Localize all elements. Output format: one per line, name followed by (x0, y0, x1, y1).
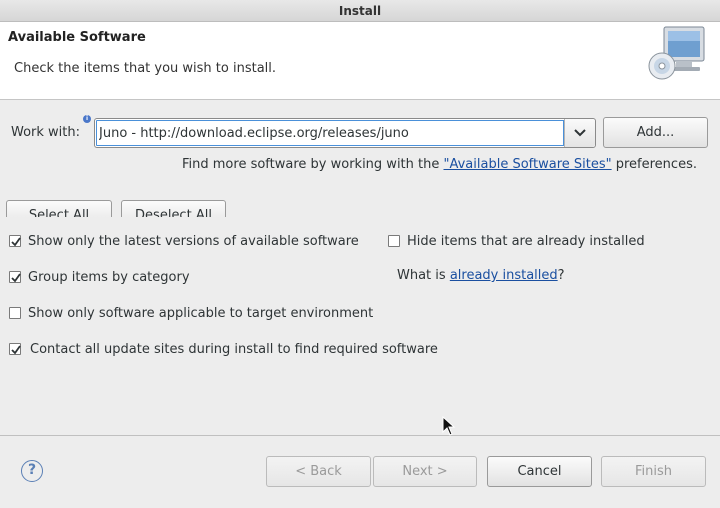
help-icon[interactable]: ? (21, 460, 43, 482)
next-button[interactable]: Next > (373, 456, 477, 487)
target-env-label: Show only software applicable to target … (28, 306, 374, 321)
group-by-category-checkbox[interactable] (9, 271, 21, 283)
content-area (0, 101, 720, 435)
chevron-down-icon[interactable] (565, 119, 595, 147)
contact-sites-label: Contact all update sites during install … (30, 342, 438, 357)
work-with-input[interactable] (95, 119, 565, 147)
deselect-all-button[interactable]: Deselect All (121, 200, 226, 217)
back-button[interactable]: < Back (266, 456, 371, 487)
hide-installed-label: Hide items that are already installed (407, 234, 645, 249)
add-button[interactable]: Add... (603, 117, 708, 148)
already-installed-hint: What is already installed? (397, 268, 565, 283)
hide-installed-checkbox[interactable] (388, 235, 400, 247)
contact-sites-checkbox[interactable] (9, 343, 21, 355)
finish-button[interactable]: Finish (601, 456, 706, 487)
latest-versions-checkbox[interactable] (9, 235, 21, 247)
latest-versions-label: Show only the latest versions of availab… (28, 234, 359, 249)
wizard-header: Available Software Check the items that … (0, 22, 720, 100)
sites-hint-prefix: Find more software by working with the (182, 157, 444, 172)
target-env-checkbox[interactable] (9, 307, 21, 319)
cancel-button[interactable]: Cancel (487, 456, 592, 487)
already-installed-prefix: What is (397, 268, 450, 283)
sites-hint-suffix: preferences. (611, 157, 697, 172)
select-all-button[interactable]: Select All (6, 200, 112, 217)
work-with-label: Work with: (11, 125, 81, 140)
mouse-cursor-icon (442, 416, 456, 436)
available-sites-link[interactable]: "Available Software Sites" (444, 157, 612, 172)
group-by-category-label: Group items by category (28, 270, 190, 285)
already-installed-link[interactable]: already installed (450, 268, 558, 283)
page-description: Check the items that you wish to install… (14, 61, 277, 76)
work-with-combo[interactable] (94, 118, 596, 148)
sites-hint: Find more software by working with the "… (182, 157, 697, 172)
install-banner-icon (648, 26, 705, 80)
window-title: Install (0, 0, 720, 22)
already-installed-suffix: ? (557, 268, 565, 283)
info-icon: i (83, 115, 91, 123)
page-title: Available Software (8, 30, 146, 45)
selection-buttons: Select All Deselect All (6, 200, 236, 217)
